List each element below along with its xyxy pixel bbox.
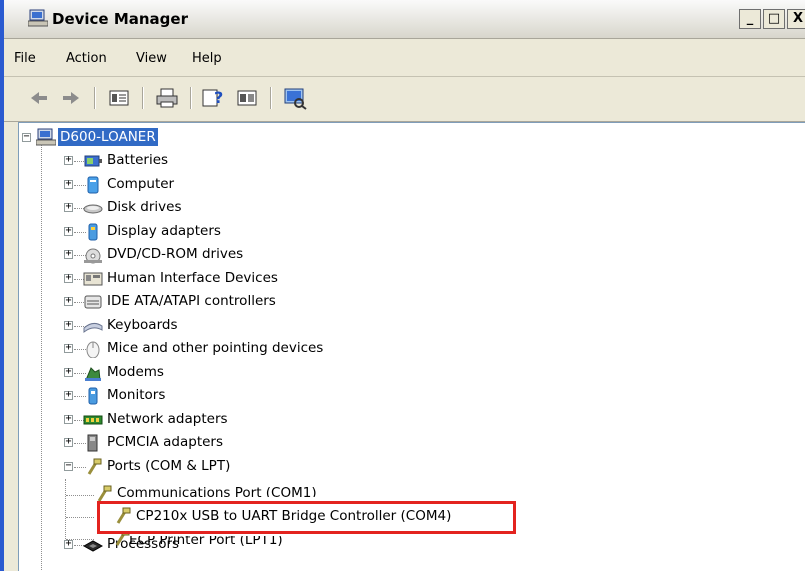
tree-category-modems[interactable]: Modems — [107, 364, 164, 380]
expand-toggle[interactable]: + — [64, 225, 73, 236]
ide-controller-icon — [84, 295, 102, 309]
properties-view-icon[interactable] — [106, 86, 132, 110]
computer-root-icon — [36, 128, 56, 146]
expand-toggle[interactable]: + — [64, 295, 73, 306]
expand-toggle[interactable]: + — [64, 248, 73, 259]
window-title: Device Manager — [52, 10, 188, 28]
dvd-drive-icon — [84, 248, 102, 264]
monitor-icon — [88, 387, 98, 405]
display-adapter-icon — [88, 223, 98, 241]
print-icon[interactable] — [154, 86, 180, 110]
tree-guide-line — [66, 495, 94, 497]
expand-toggle[interactable]: + — [64, 342, 73, 353]
details-view-icon[interactable] — [234, 86, 260, 110]
expand-toggle[interactable]: + — [64, 389, 73, 400]
tree-category-keyboards[interactable]: Keyboards — [107, 317, 178, 333]
expand-toggle[interactable]: + — [64, 538, 73, 549]
computer-icon — [87, 176, 99, 194]
mouse-icon — [86, 341, 100, 358]
menu-action[interactable]: Action — [66, 51, 107, 66]
communications-port-com1[interactable]: Communications Port (COM1) — [117, 485, 317, 497]
modem-icon — [85, 367, 101, 381]
device-manager-icon — [28, 9, 48, 27]
menu-file[interactable]: File — [14, 51, 36, 66]
tree-category-display-adapters[interactable]: Display adapters — [107, 223, 221, 239]
tree-guide-line — [41, 143, 43, 571]
toolbar-separator — [270, 87, 272, 109]
expand-toggle[interactable]: + — [64, 366, 73, 377]
toolbar: ? — [4, 77, 805, 122]
tree-category-ports-com-lpt[interactable]: Ports (COM & LPT) — [107, 458, 230, 474]
maximize-button[interactable]: □ — [763, 9, 785, 29]
minimize-button[interactable]: _ — [739, 9, 761, 29]
tree-category-ide-ata-atapi-controllers[interactable]: IDE ATA/ATAPI controllers — [107, 293, 276, 309]
expand-toggle[interactable]: + — [64, 178, 73, 189]
ecp-printer-port-lpt1[interactable]: ECP Printer Port (LPT1) — [129, 536, 283, 548]
tree-category-disk-drives[interactable]: Disk drives — [107, 199, 182, 215]
svg-text:?: ? — [214, 88, 223, 107]
battery-icon — [84, 155, 102, 167]
menu-view[interactable]: View — [136, 51, 167, 66]
port-icon — [87, 458, 102, 475]
close-button[interactable]: X — [787, 9, 805, 29]
minimize-icon: _ — [746, 11, 754, 26]
maximize-icon: □ — [767, 11, 781, 26]
back-icon[interactable] — [26, 86, 52, 110]
title-bar[interactable]: Device Manager _ □ X — [4, 0, 805, 39]
device-tree: − D600-LOANER + Batteries + Computer + Disk d… — [18, 122, 805, 571]
tree-guide-line — [65, 479, 67, 539]
keyboard-icon — [83, 322, 103, 334]
collapse-toggle[interactable]: − — [64, 460, 73, 471]
toolbar-separator — [142, 87, 144, 109]
tree-guide-line — [66, 539, 94, 541]
menu-bar: File Action View Help — [4, 40, 805, 77]
help-icon[interactable]: ? — [200, 86, 226, 110]
tree-category-monitors[interactable]: Monitors — [107, 387, 165, 403]
expand-toggle[interactable]: + — [64, 436, 73, 447]
tree-root-label[interactable]: D600-LOANER — [58, 128, 158, 146]
window-controls: _ □ X — [737, 9, 805, 29]
tree-category-computer[interactable]: Computer — [107, 176, 174, 192]
network-adapter-icon — [83, 415, 103, 425]
toolbar-separator — [190, 87, 192, 109]
device-manager-window: Device Manager _ □ X File Action View He… — [0, 0, 805, 571]
disk-drive-icon — [83, 204, 103, 214]
expand-toggle[interactable]: + — [64, 413, 73, 424]
expand-toggle[interactable]: + — [64, 201, 73, 212]
tree-category-dvd-cd-rom-drives[interactable]: DVD/CD-ROM drives — [107, 246, 243, 262]
close-icon: X — [792, 11, 804, 26]
expand-toggle[interactable]: + — [64, 319, 73, 330]
expand-toggle[interactable]: + — [64, 272, 73, 283]
menu-help[interactable]: Help — [192, 51, 222, 66]
toolbar-separator — [94, 87, 96, 109]
forward-icon[interactable] — [58, 86, 84, 110]
expand-toggle[interactable]: + — [64, 154, 73, 165]
tree-category-human-interface-devices[interactable]: Human Interface Devices — [107, 270, 278, 286]
highlight-box — [97, 501, 516, 534]
tree-guide-line — [66, 517, 94, 519]
tree-category-pcmcia-adapters[interactable]: PCMCIA adapters — [107, 434, 223, 450]
scan-hardware-icon[interactable] — [282, 86, 308, 110]
pcmcia-icon — [87, 434, 98, 452]
root-collapse-toggle[interactable]: − — [22, 131, 31, 142]
tree-category-batteries[interactable]: Batteries — [107, 152, 168, 168]
tree-category-mice-and-other-pointing-devices[interactable]: Mice and other pointing devices — [107, 340, 323, 356]
tree-category-network-adapters[interactable]: Network adapters — [107, 411, 228, 427]
hid-icon — [83, 272, 103, 286]
